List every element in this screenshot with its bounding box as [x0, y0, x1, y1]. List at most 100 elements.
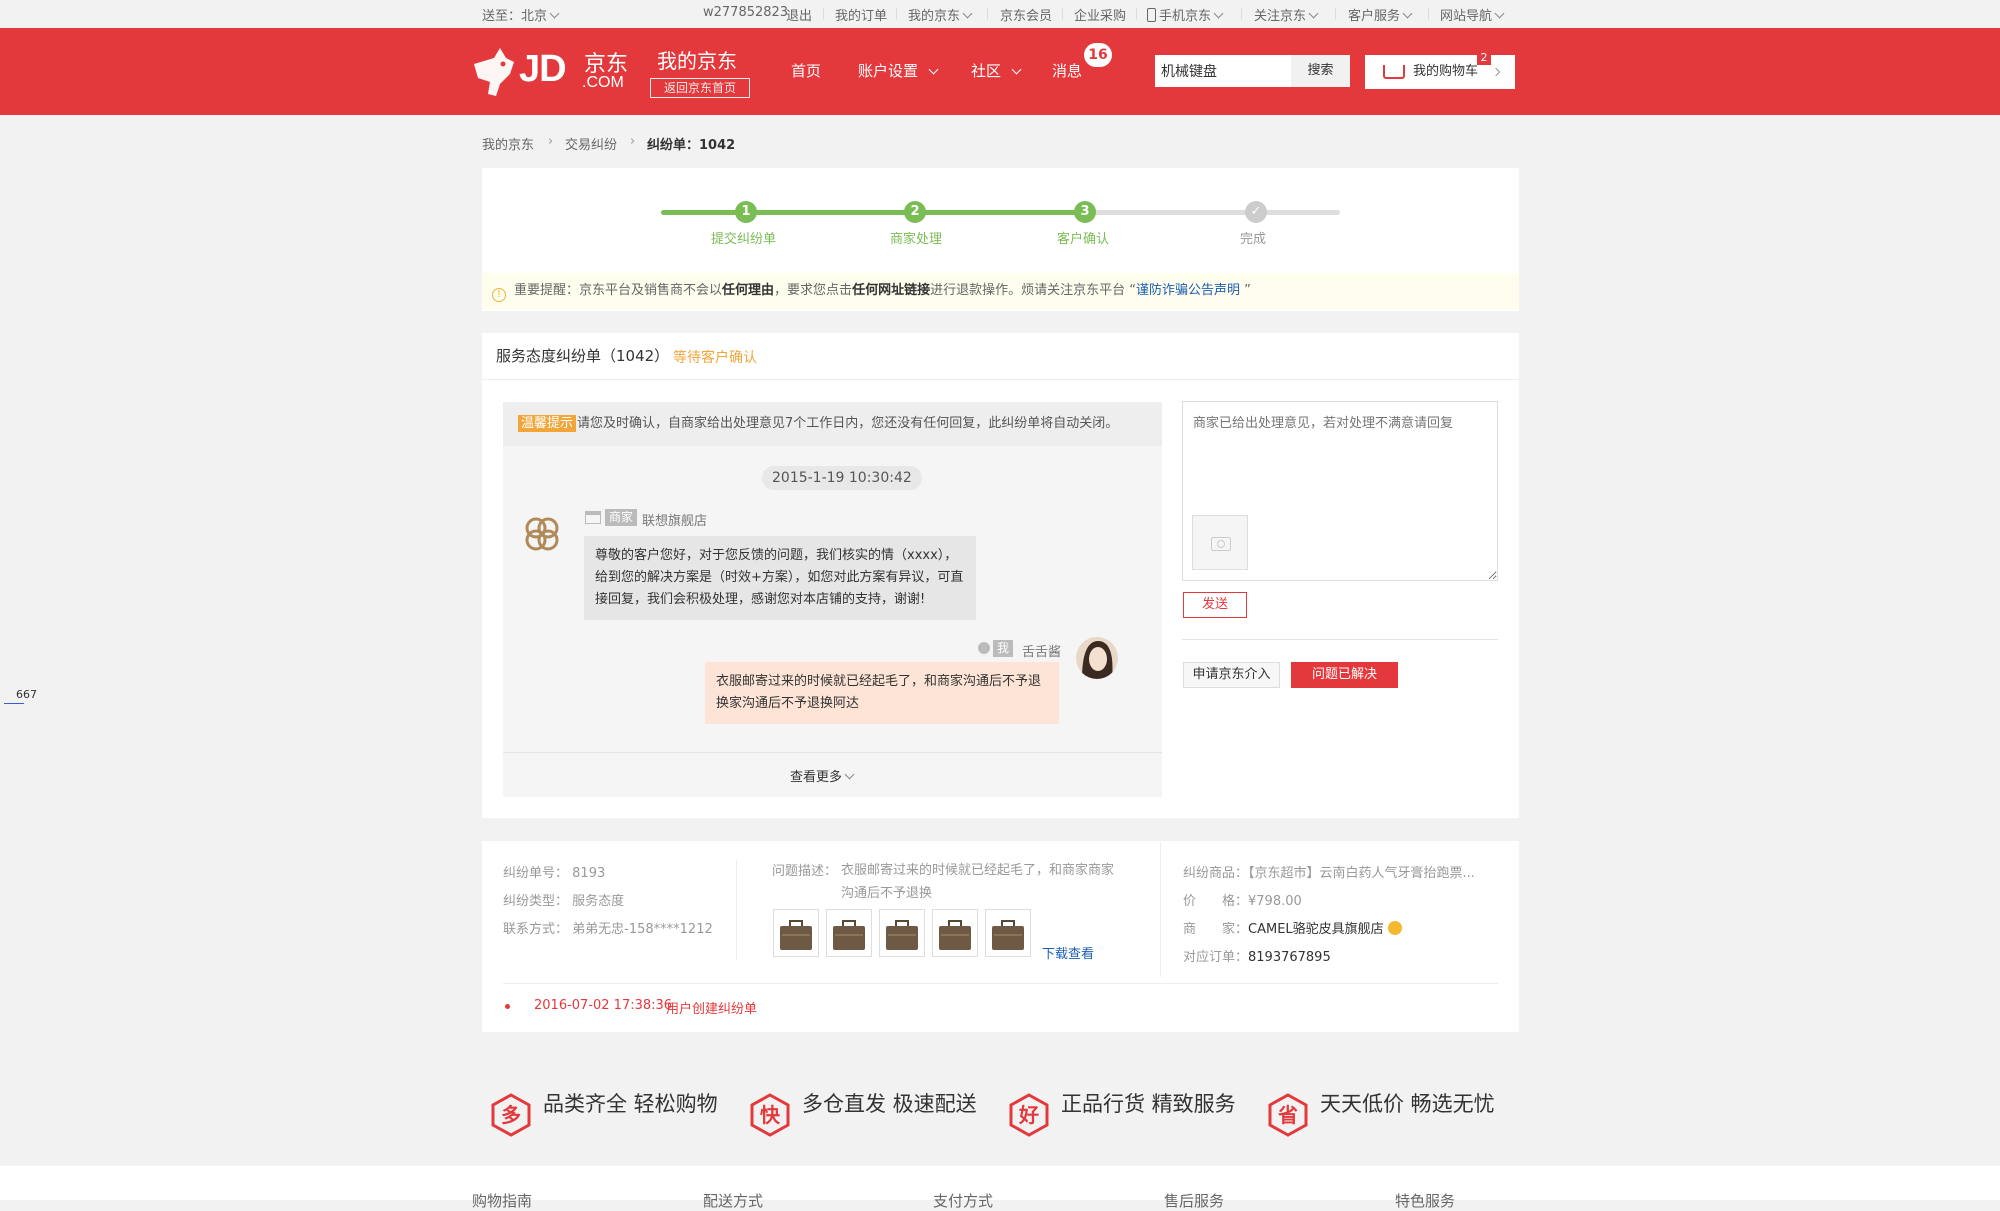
- footer-col-5: 特色服务: [1395, 1192, 1456, 1210]
- dispute-info-column: 纠纷单号： 8193 纠纷类型： 服务态度 联系方式： 弟弟无忠-158****…: [503, 866, 713, 937]
- bag-image-icon: [780, 920, 812, 950]
- step-dot-complete: ✓: [1245, 201, 1267, 223]
- order-number[interactable]: 8193767895: [1248, 950, 1331, 965]
- back-home-button[interactable]: 返回京东首页: [650, 78, 750, 98]
- user-avatar: [1076, 637, 1118, 679]
- divider: [503, 983, 1498, 984]
- user-tag: 我: [993, 640, 1014, 657]
- send-button[interactable]: 发送: [1183, 592, 1247, 618]
- divider: [482, 379, 1519, 380]
- contact-info: 弟弟无忠-158****1212: [572, 922, 713, 937]
- chevron-right-icon: [1491, 67, 1501, 77]
- feature-text: 天天低价 畅选无忧: [1320, 1092, 1495, 1116]
- footer-col-1: 购物指南: [472, 1192, 533, 1210]
- enterprise-link[interactable]: 企业采购: [1074, 5, 1126, 24]
- user-portrait-icon: [1082, 641, 1113, 679]
- important-notice: ! 重要提醒：京东平台及销售商不会以任何理由，要求您点击任何网址链接进行退款操作。…: [482, 273, 1519, 309]
- divider: [1182, 639, 1498, 640]
- bag-image-icon: [833, 920, 865, 950]
- resolved-button[interactable]: 问题已解决: [1291, 662, 1398, 688]
- evidence-thumbnail[interactable]: [985, 909, 1031, 957]
- evidence-images: [773, 909, 1035, 959]
- feature-text: 多仓直发 极速配送: [802, 1092, 977, 1116]
- feature-hex-icon: 多: [491, 1093, 531, 1137]
- step-label-complete: 完成: [1240, 232, 1267, 247]
- progress-line-done: [661, 210, 1085, 215]
- product-info-column: 纠纷商品：【京东超市】云南白药人气牙膏抬跑票... 价 格：¥798.00 商 …: [1183, 866, 1475, 965]
- footer-col-2: 配送方式: [703, 1192, 764, 1210]
- feature-hex-icon: 好: [1009, 1093, 1049, 1137]
- view-more-button[interactable]: 查看更多: [790, 766, 855, 785]
- deliver-to[interactable]: 送至：北京: [482, 5, 560, 24]
- cart-count-badge: 2: [1477, 51, 1491, 65]
- upload-image-button[interactable]: [1192, 515, 1248, 570]
- user-message: 衣服邮寄过来的时候就已经起毛了，和商家沟通后不予退换家沟通后不予退换阿达: [705, 662, 1059, 724]
- nav-messages[interactable]: 消息: [1052, 60, 1082, 81]
- follow-jd-link[interactable]: 关注京东: [1254, 5, 1319, 24]
- evidence-thumbnail[interactable]: [879, 909, 925, 957]
- download-link[interactable]: 下载查看: [1042, 943, 1094, 962]
- evidence-thumbnail[interactable]: [826, 909, 872, 957]
- chevron-right-icon: ›: [630, 134, 636, 149]
- breadcrumb-current: 纠纷单：1042: [647, 138, 736, 153]
- chat-timestamp: 2015-1-19 10:30:42: [762, 466, 922, 490]
- nav-account-settings[interactable]: 账户设置: [858, 60, 939, 81]
- dispute-status: 等待客户确认: [673, 350, 757, 366]
- message-count-badge: 16: [1084, 43, 1112, 67]
- site-nav-link[interactable]: 网站导航: [1440, 5, 1505, 24]
- footer-col-3: 支付方式: [933, 1192, 994, 1210]
- svg-text:多: 多: [501, 1103, 521, 1127]
- product-price: ¥798.00: [1248, 894, 1302, 909]
- anti-fraud-link[interactable]: 谨防诈骗公告声明: [1136, 283, 1240, 298]
- feature-hex-icon: 快: [750, 1093, 790, 1137]
- shop-name[interactable]: CAMEL骆驼皮具旗舰店: [1248, 922, 1384, 937]
- step-dot-2: 2: [904, 201, 926, 223]
- cart-icon: [1383, 65, 1405, 79]
- feature-text: 品类齐全 轻松购物: [543, 1092, 718, 1116]
- nav-home[interactable]: 首页: [791, 60, 821, 81]
- bag-image-icon: [939, 920, 971, 950]
- request-jd-button[interactable]: 申请京东介入: [1183, 662, 1280, 688]
- bag-image-icon: [992, 920, 1024, 950]
- log-time: 2016-07-02 17:38:36: [534, 998, 673, 1013]
- shop-badge-icon: [1387, 921, 1402, 935]
- username[interactable]: w277852823: [703, 5, 788, 20]
- jd-vip-link[interactable]: 京东会员: [1000, 5, 1052, 24]
- cart-button[interactable]: 我的购物车: [1365, 55, 1515, 89]
- merchant-tag: 商家: [605, 509, 638, 526]
- feature-text: 正品行货 精致服务: [1061, 1092, 1236, 1116]
- merchant-name: 联想旗舰店: [642, 514, 708, 529]
- top-bar: 送至：北京 w277852823 退出 我的订单 我的京东 京东会员 企业采购 …: [0, 0, 2000, 29]
- breadcrumb-my-jd[interactable]: 我的京东: [482, 134, 534, 153]
- dispute-type: 服务态度: [572, 894, 625, 909]
- dispute-title: 服务态度纠纷单（1042）: [496, 347, 670, 365]
- bag-image-icon: [886, 920, 918, 950]
- evidence-thumbnail[interactable]: [932, 909, 978, 957]
- user-name: 舌舌酱: [1022, 645, 1062, 660]
- svg-text:好: 好: [1018, 1103, 1039, 1127]
- divider: [503, 752, 1162, 753]
- user-icon: [978, 642, 990, 654]
- logout-link[interactable]: 退出: [786, 5, 812, 24]
- tip-text: 请您及时确认，自商家给出处理意见7个工作日内，您还没有任何回复，此纠纷单将自动关…: [577, 416, 1119, 431]
- step-label-2: 商家处理: [890, 232, 943, 247]
- breadcrumb-dispute[interactable]: 交易纠纷: [565, 134, 617, 153]
- chevron-right-icon: ›: [548, 134, 554, 149]
- footer: [0, 1166, 2000, 1200]
- step-label-1: 提交纠纷单: [711, 232, 777, 247]
- nav-community[interactable]: 社区: [971, 60, 1022, 81]
- my-orders-link[interactable]: 我的订单: [835, 5, 887, 24]
- search-button[interactable]: 搜索: [1291, 55, 1350, 87]
- divider: [736, 860, 737, 960]
- side-marker-line: [4, 703, 24, 704]
- divider: [1160, 842, 1161, 977]
- my-jd-link[interactable]: 我的京东: [908, 5, 973, 24]
- customer-service-link[interactable]: 客户服务: [1348, 5, 1413, 24]
- progress-line-pending: [1085, 210, 1340, 215]
- cart-label: 我的购物车: [1413, 64, 1479, 79]
- evidence-thumbnail[interactable]: [773, 909, 819, 957]
- mobile-jd-link[interactable]: 手机京东: [1147, 5, 1224, 24]
- product-name[interactable]: 【京东超市】云南白药人气牙膏抬跑票...: [1248, 866, 1475, 881]
- desc-label: 问题描述：: [772, 864, 838, 879]
- step-dot-1: 1: [735, 201, 757, 223]
